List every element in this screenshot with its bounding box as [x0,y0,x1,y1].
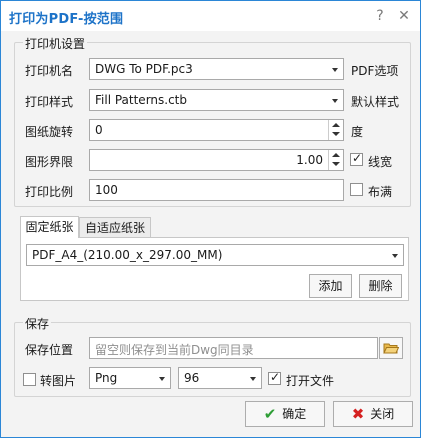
fill-checkbox[interactable] [350,183,363,196]
spinner-arrows-icon[interactable] [328,120,343,140]
save-location-label: 保存位置 [25,343,74,357]
open-file-checkbox[interactable] [268,370,281,385]
dpi-value: 96 [184,371,200,385]
check-icon: ✔ [263,405,277,423]
image-format-value: Png [95,371,118,385]
save-location-placeholder: 留空则保存到当前Dwg同目录 [95,343,254,357]
chevron-down-icon [387,245,403,265]
dialog-window: 打印为PDF-按范围 ? ✕ 打印机设置 打印机名 DWG To PDF.pc3… [0,0,421,438]
help-button[interactable]: ? [370,6,390,26]
save-legend: 保存 [23,315,52,332]
pdf-options-link[interactable]: PDF选项 [351,62,398,79]
paper-tab-panel: PDF_A4_(210.00_x_297.00_MM) 添加 删除 [20,237,409,301]
print-style-label: 打印样式 [25,95,74,109]
rotation-value: 0 [95,123,103,137]
print-style-value: Fill Patterns.ctb [95,93,188,107]
default-style-link[interactable]: 默认样式 [351,93,399,110]
window-title: 打印为PDF-按范围 [9,12,124,27]
chevron-down-icon [245,368,261,388]
limits-spinner[interactable]: 1.00 [89,149,344,171]
print-style-select[interactable]: Fill Patterns.ctb [89,89,344,111]
browse-folder-button[interactable] [379,337,403,359]
printer-name-label: 打印机名 [25,64,74,78]
ok-label: 确定 [282,407,307,421]
add-paper-button[interactable]: 添加 [309,274,352,298]
image-format-select[interactable]: Png [89,367,171,389]
chevron-down-icon [327,90,343,110]
printer-settings-legend: 打印机设置 [23,35,88,52]
rotation-label: 图纸旋转 [25,125,74,139]
to-image-label: 转图片 [40,374,77,388]
limits-label: 图形界限 [25,155,74,169]
tab-adaptive-paper[interactable]: 自适应纸张 [79,217,151,239]
dpi-select[interactable]: 96 [178,367,262,389]
spinner-arrows-icon[interactable] [328,150,343,170]
lineweight-checkbox[interactable] [350,151,363,166]
scale-input[interactable]: 100 [89,179,344,201]
fill-label: 布满 [368,185,393,199]
save-location-input[interactable]: 留空则保存到当前Dwg同目录 [89,337,378,359]
title-bar[interactable]: 打印为PDF-按范围 ? ✕ [1,1,420,31]
close-label: 关闭 [370,407,395,421]
folder-icon [383,343,400,354]
degree-label: 度 [351,125,364,139]
to-image-checkbox[interactable] [23,373,36,386]
ok-button[interactable]: ✔ 确定 [245,401,325,427]
printer-name-select[interactable]: DWG To PDF.pc3 [89,58,344,80]
paper-size-select[interactable]: PDF_A4_(210.00_x_297.00_MM) [26,244,404,266]
scale-value: 100 [95,183,118,197]
close-window-button[interactable]: ✕ [394,6,414,26]
chevron-down-icon [154,368,170,388]
tab-fixed-paper[interactable]: 固定纸张 [20,216,79,238]
scale-label: 打印比例 [25,185,74,199]
lineweight-label: 线宽 [368,155,393,169]
open-file-label: 打开文件 [286,374,335,388]
x-icon: ✖ [351,405,365,423]
chevron-down-icon [327,59,343,79]
printer-name-value: DWG To PDF.pc3 [95,62,193,76]
paper-size-value: PDF_A4_(210.00_x_297.00_MM) [32,248,223,262]
delete-paper-button[interactable]: 删除 [359,274,402,298]
rotation-spinner[interactable]: 0 [89,119,344,141]
limits-value: 1.00 [296,153,323,167]
close-button[interactable]: ✖ 关闭 [333,401,413,427]
